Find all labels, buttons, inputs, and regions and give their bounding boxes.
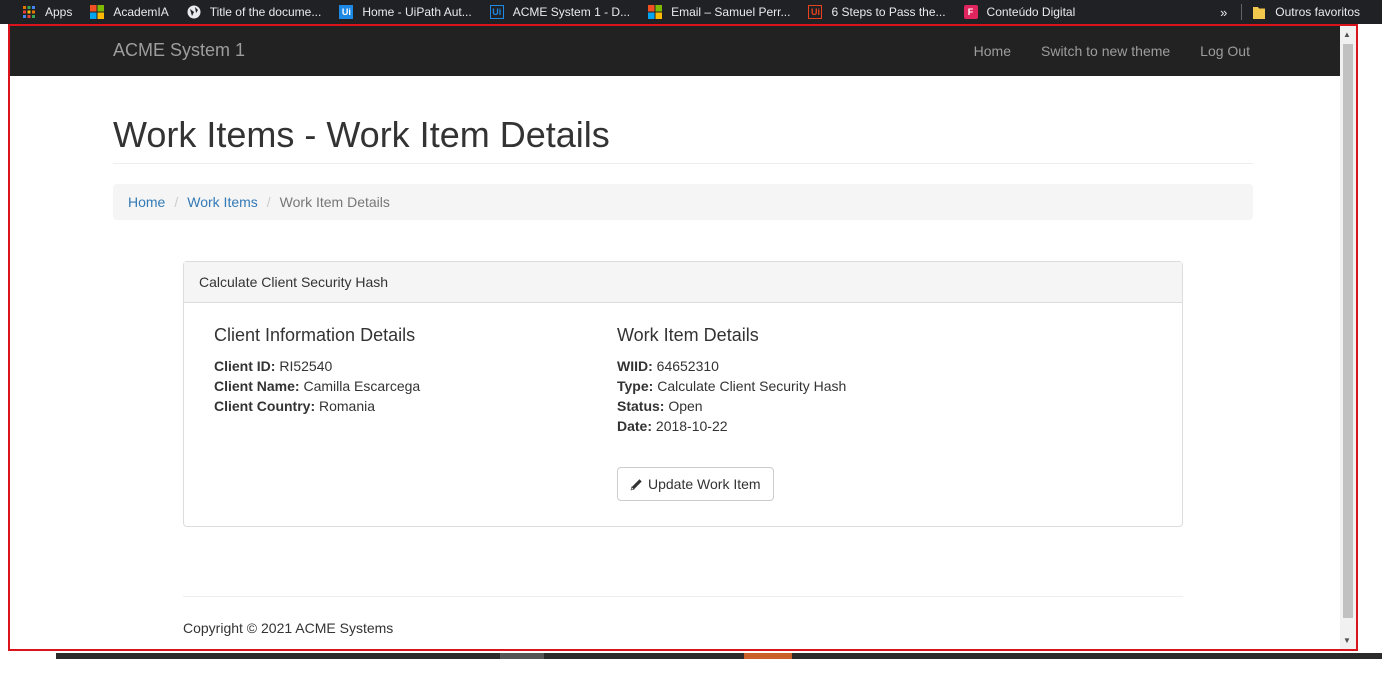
- bookmark-email[interactable]: Email – Samuel Perr...: [648, 5, 790, 19]
- client-country-value: Romania: [319, 398, 376, 414]
- nav-switch-theme-link[interactable]: Switch to new theme: [1041, 43, 1170, 59]
- folder-icon: [1252, 5, 1266, 19]
- taskbar-edge: [0, 653, 1382, 675]
- bookmark-title-document[interactable]: Title of the docume...: [187, 5, 321, 19]
- footer-copyright: Copyright © 2021 ACME Systems: [183, 620, 394, 636]
- breadcrumb: Home / Work Items / Work Item Details: [113, 184, 1253, 220]
- bookmark-uipath-home[interactable]: Ui Home - UiPath Aut...: [339, 5, 472, 19]
- client-name-row: Client Name: Camilla Escarcega: [214, 378, 421, 394]
- taskbar-strip: [56, 653, 1382, 659]
- globe-icon: [187, 5, 201, 19]
- scrollbar-thumb[interactable]: [1343, 44, 1353, 618]
- bookmark-other-favorites[interactable]: Outros favoritos: [1252, 5, 1360, 19]
- uipath-outline-icon: Ui: [489, 5, 504, 19]
- wiid-row: WIID: 64652310: [617, 358, 719, 374]
- breadcrumb-divider: /: [174, 194, 179, 210]
- update-work-item-button[interactable]: Update Work Item: [617, 467, 774, 501]
- microsoft-icon: [90, 5, 105, 19]
- nav-home-link[interactable]: Home: [974, 43, 1011, 59]
- breadcrumb-divider: /: [266, 194, 271, 210]
- apps-grid-icon: [22, 5, 36, 19]
- page-viewport: ACME System 1 Home Switch to new theme L…: [8, 24, 1358, 651]
- wiid-value: 64652310: [656, 358, 719, 374]
- vertical-scrollbar[interactable]: ▲ ▼: [1340, 26, 1356, 649]
- breadcrumb-current: Work Item Details: [279, 194, 390, 210]
- f-icon: F: [963, 5, 978, 19]
- pencil-icon: [630, 478, 642, 490]
- taskbar-item[interactable]: [744, 653, 792, 659]
- more-bookmarks-button[interactable]: »: [1220, 5, 1227, 20]
- status-value: Open: [668, 398, 703, 414]
- work-item-panel: Calculate Client Security Hash Client In…: [183, 261, 1183, 527]
- date-value: 2018-10-22: [655, 418, 728, 434]
- footer-divider: [183, 596, 1183, 597]
- breadcrumb-home[interactable]: Home: [128, 194, 165, 210]
- client-info-title: Client Information Details: [214, 325, 416, 345]
- date-row: Date: 2018-10-22: [617, 418, 728, 434]
- nav-logout-link[interactable]: Log Out: [1200, 43, 1250, 59]
- uipath-orange-icon: Ui: [808, 5, 823, 19]
- microsoft-icon: [648, 5, 663, 19]
- work-item-title: Work Item Details: [617, 325, 759, 345]
- navbar-links: Home Switch to new theme Log Out: [944, 26, 1250, 76]
- bookmark-apps[interactable]: Apps: [22, 5, 72, 19]
- bookmark-6-steps[interactable]: Ui 6 Steps to Pass the...: [808, 5, 946, 19]
- navbar-brand[interactable]: ACME System 1: [113, 40, 245, 61]
- bookmark-conteudo-digital[interactable]: F Conteúdo Digital: [963, 5, 1075, 19]
- type-value: Calculate Client Security Hash: [657, 378, 847, 394]
- scroll-down-arrow-icon[interactable]: ▼: [1343, 636, 1351, 645]
- status-row: Status: Open: [617, 398, 703, 414]
- uipath-icon: Ui: [339, 5, 354, 19]
- taskbar-item[interactable]: [500, 653, 544, 659]
- work-item-section: Work Item Details WIID: 64652310 Type: C…: [617, 325, 846, 436]
- title-divider: [113, 163, 1253, 164]
- bookmark-academia[interactable]: AcademIA: [90, 5, 169, 19]
- client-id-value: RI52540: [279, 358, 333, 374]
- client-id-row: Client ID: RI52540: [214, 358, 333, 374]
- bookmark-acme-system[interactable]: Ui ACME System 1 - D...: [489, 5, 630, 19]
- navbar: ACME System 1 Home Switch to new theme L…: [10, 26, 1344, 76]
- bookmarks-divider: [1241, 4, 1243, 20]
- breadcrumb-work-items[interactable]: Work Items: [187, 194, 258, 210]
- bookmarks-bar: Apps AcademIA Title of the docume... Ui …: [0, 0, 1382, 24]
- client-info-section: Client Information Details Client ID: RI…: [214, 325, 420, 416]
- client-country-row: Client Country: Romania: [214, 398, 376, 414]
- scroll-up-arrow-icon[interactable]: ▲: [1343, 30, 1351, 39]
- panel-heading: Calculate Client Security Hash: [184, 262, 1182, 303]
- page-title: Work Items - Work Item Details: [113, 114, 610, 155]
- client-name-value: Camilla Escarcega: [303, 378, 421, 394]
- type-row: Type: Calculate Client Security Hash: [617, 378, 847, 394]
